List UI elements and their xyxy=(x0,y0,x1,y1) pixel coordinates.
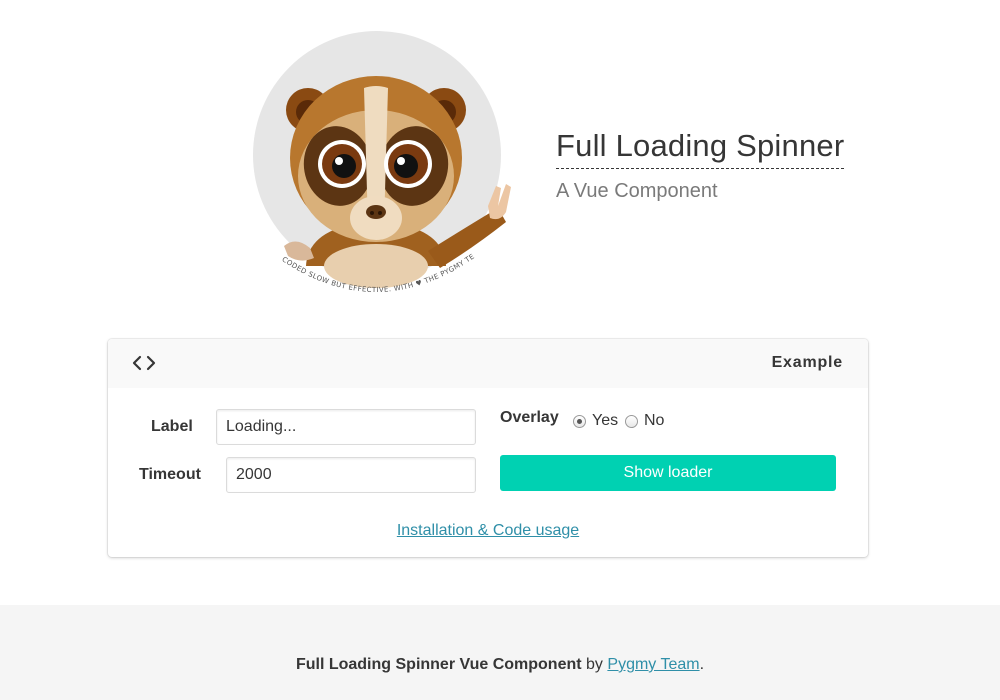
installation-link[interactable]: Installation & Code usage xyxy=(397,522,579,539)
overlay-radio-yes[interactable]: Yes xyxy=(573,412,618,430)
footer-by: by xyxy=(586,656,603,673)
example-card: Example Label Loading... Timeout 2000 Ov… xyxy=(108,339,868,557)
footer-text: Full Loading Spinner Vue Component by Py… xyxy=(0,656,1000,674)
overlay-radio-no[interactable]: No xyxy=(625,412,664,430)
page-subtitle: A Vue Component xyxy=(556,180,718,202)
timeout-field-label: Timeout xyxy=(139,466,201,483)
radio-yes-label: Yes xyxy=(592,412,619,429)
footer-project-name: Full Loading Spinner Vue Component xyxy=(295,656,582,673)
card-title: Example xyxy=(771,354,843,371)
page-title: Full Loading Spinner xyxy=(556,128,845,169)
hero-section: CODED SLOW BUT EFFECTIVE. WITH ♥ THE PYG… xyxy=(0,0,1000,330)
radio-checked-icon[interactable] xyxy=(573,414,586,428)
footer: Full Loading Spinner Vue Component by Py… xyxy=(0,605,1000,700)
loris-mascot-logo: CODED SLOW BUT EFFECTIVE. WITH ♥ THE PYG… xyxy=(248,26,511,294)
show-loader-button[interactable]: Show loader xyxy=(500,455,836,491)
timeout-input[interactable]: 2000 xyxy=(226,457,476,493)
radio-no-label: No xyxy=(644,412,665,429)
footer-team-link[interactable]: Pygmy Team xyxy=(607,656,699,673)
footer-period: . xyxy=(699,656,705,673)
card-header: Example xyxy=(108,339,868,388)
label-input[interactable]: Loading... xyxy=(216,409,476,445)
overlay-label: Overlay xyxy=(500,409,559,426)
radio-unchecked-icon[interactable] xyxy=(625,414,638,428)
hero-title-block: Full Loading Spinner A Vue Component xyxy=(556,128,845,203)
installation-link-wrapper: Installation & Code usage xyxy=(108,520,868,540)
code-icon[interactable] xyxy=(132,353,156,373)
label-field-label: Label xyxy=(151,418,193,435)
